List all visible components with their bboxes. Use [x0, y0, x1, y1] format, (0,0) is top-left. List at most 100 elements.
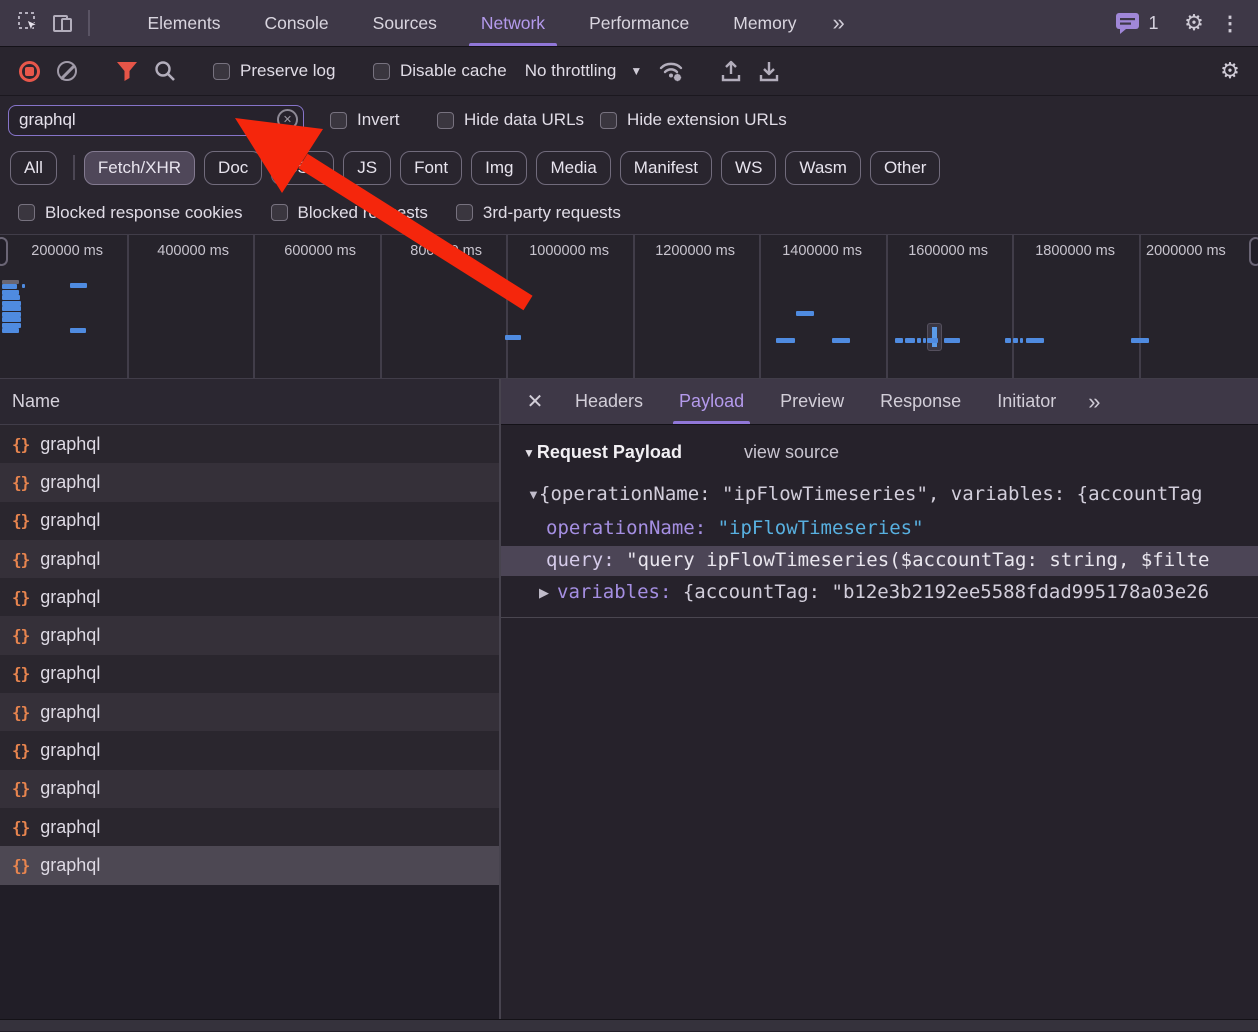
request-row[interactable]: {} graphql: [0, 808, 499, 846]
network-request-bar: [1013, 338, 1018, 343]
timeline-tick-label: 1600000 ms: [882, 243, 988, 259]
detail-tab[interactable]: Headers: [557, 379, 661, 424]
detail-tab[interactable]: Preview: [762, 379, 862, 424]
record-network-log-button[interactable]: [10, 61, 48, 82]
payload-operation-name-line: operationName: "ipFlowTimeseries": [546, 517, 1258, 539]
disable-cache-checkbox[interactable]: [373, 63, 390, 80]
collapse-caret-icon[interactable]: ▶: [539, 585, 549, 601]
advanced-filter-checkbox[interactable]: [456, 204, 473, 221]
requests-pane: Name {} graphql {} graphql {}: [0, 379, 501, 1019]
request-row[interactable]: {} graphql: [0, 540, 499, 578]
throttling-dropdown[interactable]: No throttling ▼: [515, 61, 653, 81]
type-filter-chip[interactable]: WS: [721, 151, 776, 185]
detail-tab[interactable]: Payload: [661, 379, 762, 424]
devtools-tab[interactable]: Network: [459, 0, 567, 46]
network-request-bar: [895, 338, 903, 343]
advanced-filter-group: Blocked requests: [263, 203, 448, 223]
payload-root-preview[interactable]: {operationName: "ipFlowTimeseries", vari…: [539, 483, 1258, 505]
type-filter-chip[interactable]: Media: [536, 151, 610, 185]
request-row[interactable]: {} graphql: [0, 502, 499, 540]
request-row[interactable]: {} graphql: [0, 770, 499, 808]
close-detail-icon[interactable]: ✕: [513, 379, 557, 424]
inspect-element-icon[interactable]: [12, 0, 46, 46]
devtools-tab[interactable]: Elements: [126, 0, 243, 46]
tab-label: Performance: [589, 13, 689, 34]
search-network-button[interactable]: [146, 60, 184, 82]
device-toolbar-icon[interactable]: [46, 0, 80, 46]
view-source-link[interactable]: view source: [744, 442, 839, 463]
more-tabs-button[interactable]: »: [818, 0, 856, 46]
network-request-bar: [1131, 338, 1149, 343]
section-caret-icon[interactable]: ▼: [523, 446, 535, 460]
payload-variables-line[interactable]: variables: {accountTag: "b12e3b2192ee558…: [557, 581, 1258, 603]
import-har-button[interactable]: [712, 60, 750, 83]
clear-filter-icon[interactable]: ✕: [277, 109, 298, 130]
payload-query-line-selected[interactable]: query: "query ipFlowTimeseries($accountT…: [501, 546, 1258, 576]
request-row[interactable]: {} graphql: [0, 731, 499, 769]
type-filter-chip[interactable]: Doc: [204, 151, 262, 185]
devtools-tab[interactable]: Memory: [711, 0, 818, 46]
type-filter-chip[interactable]: Img: [471, 151, 527, 185]
chip-label: Media: [550, 158, 596, 178]
search-icon: [154, 60, 176, 82]
devtools-tab[interactable]: Performance: [567, 0, 711, 46]
request-name: graphql: [40, 778, 100, 799]
expand-caret-icon[interactable]: ▼: [527, 487, 540, 502]
network-request-bar: [832, 338, 850, 343]
type-filter-chip[interactable]: Other: [870, 151, 941, 185]
type-filter-chip[interactable]: Font: [400, 151, 462, 185]
chevron-down-icon: ▼: [630, 64, 642, 78]
devtools-tab[interactable]: Console: [242, 0, 350, 46]
network-conditions-button[interactable]: [652, 59, 690, 83]
filter-input[interactable]: [8, 105, 304, 136]
clear-network-log-button[interactable]: [48, 61, 86, 81]
network-settings-cluster: ⚙: [1191, 58, 1249, 84]
advanced-filter-checkbox[interactable]: [18, 204, 35, 221]
window-bottom-edge: [0, 1019, 1258, 1031]
request-row[interactable]: {} graphql: [0, 846, 499, 884]
timeline-tick-label: 2000000 ms: [1146, 243, 1252, 259]
hide-extension-urls-checkbox[interactable]: [600, 112, 617, 129]
type-filter-chip[interactable]: CSS: [271, 151, 334, 185]
json-request-icon: {}: [12, 779, 29, 798]
advanced-filter-checkbox[interactable]: [271, 204, 288, 221]
request-name: graphql: [40, 625, 100, 646]
timeline-tick-label: 200000 ms: [0, 243, 103, 259]
request-row[interactable]: {} graphql: [0, 463, 499, 501]
request-row[interactable]: {} graphql: [0, 616, 499, 654]
more-options-menu-icon[interactable]: ⋮: [1212, 11, 1248, 36]
filter-toggle-button[interactable]: [108, 61, 146, 82]
type-filter-chip[interactable]: Manifest: [620, 151, 712, 185]
request-row[interactable]: {} graphql: [0, 693, 499, 731]
issues-counter[interactable]: 1: [1115, 12, 1158, 35]
network-settings-gear-icon[interactable]: ⚙: [1212, 58, 1248, 84]
devtools-tab-bar: Elements Console Sources Network Perform…: [126, 0, 819, 46]
network-request-bar: [1005, 338, 1011, 343]
name-column-label: Name: [12, 391, 60, 412]
request-name: graphql: [40, 702, 100, 723]
invert-checkbox[interactable]: [330, 112, 347, 129]
type-filter-chip[interactable]: All: [10, 151, 57, 185]
network-main-split: Name {} graphql {} graphql {}: [0, 379, 1258, 1019]
preserve-log-checkbox[interactable]: [213, 63, 230, 80]
detail-tab[interactable]: Response: [862, 379, 979, 424]
chip-label: Wasm: [799, 158, 847, 178]
devtools-window: Elements Console Sources Network Perform…: [0, 0, 1258, 1032]
advanced-filter-label: Blocked requests: [298, 203, 428, 223]
export-har-button[interactable]: [750, 60, 788, 83]
type-filter-chip[interactable]: JS: [343, 151, 391, 185]
devtools-tab[interactable]: Sources: [351, 0, 459, 46]
network-request-bar: [2, 317, 21, 322]
request-row[interactable]: {} graphql: [0, 578, 499, 616]
detail-tab[interactable]: Initiator: [979, 379, 1074, 424]
type-filter-chip[interactable]: Fetch/XHR: [84, 151, 195, 185]
request-row[interactable]: {} graphql: [0, 425, 499, 463]
hide-data-urls-checkbox[interactable]: [437, 112, 454, 129]
request-row[interactable]: {} graphql: [0, 655, 499, 693]
json-request-icon: {}: [12, 626, 29, 645]
timeline-overview[interactable]: 200000 ms400000 ms600000 ms800000 ms1000…: [0, 235, 1258, 379]
more-detail-tabs-button[interactable]: »: [1074, 379, 1112, 424]
type-filter-chip[interactable]: Wasm: [785, 151, 861, 185]
name-column-header[interactable]: Name: [0, 379, 499, 425]
settings-gear-icon[interactable]: ⚙: [1176, 10, 1212, 36]
